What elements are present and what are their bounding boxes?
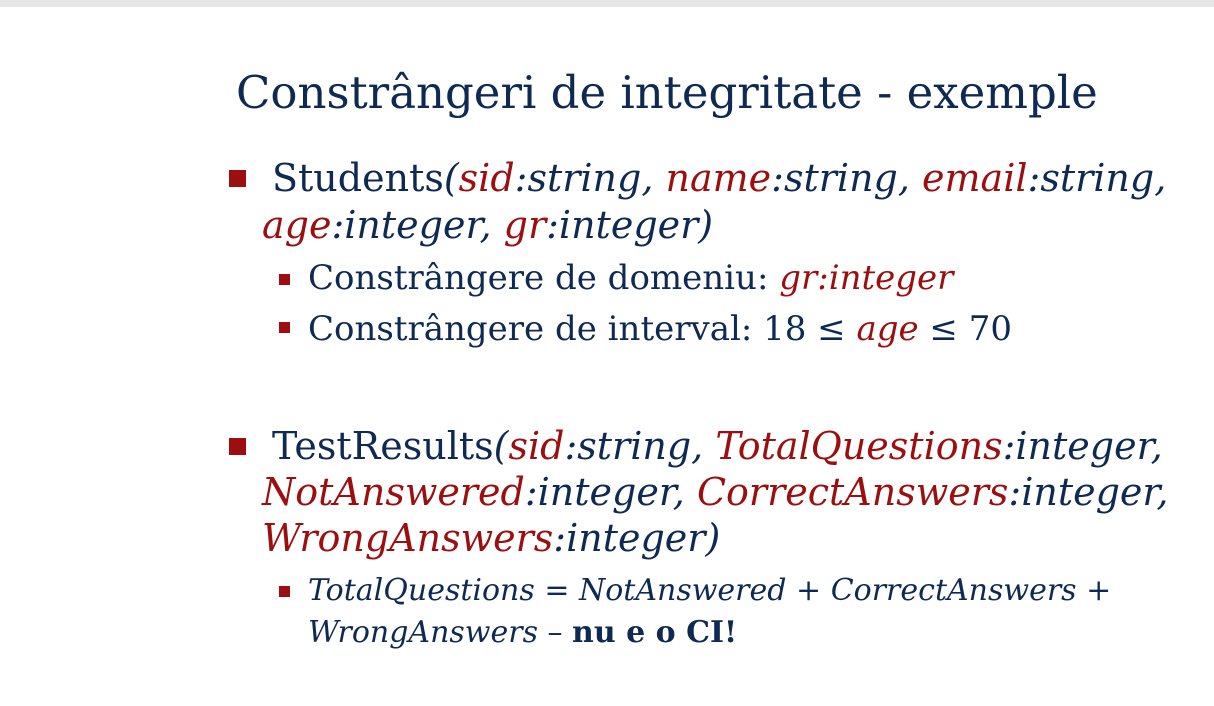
range-constraint: Constrângere de interval: 18 ≤ age ≤ 70 <box>308 307 1012 351</box>
attr-type: :string, <box>771 156 923 200</box>
constraint-label: Constrângere de interval: 18 ≤ <box>308 309 857 349</box>
open-paren: ( <box>443 156 459 200</box>
attr-name: sid <box>508 424 565 468</box>
attr-name: TotalQuestions <box>715 424 1003 468</box>
attr-name: email <box>922 156 1028 200</box>
constraint-label: Constrângere de domeniu: <box>308 258 780 298</box>
formula-term: NotAnswered <box>579 573 787 608</box>
formula-note: nu e o CI! <box>572 615 738 650</box>
attr-name: WrongAnswers <box>262 516 554 560</box>
attr-type: :integer, <box>1002 424 1163 468</box>
sub-bullet-square <box>279 586 290 597</box>
formula-op: = <box>534 573 579 608</box>
formula-term: TotalQuestions <box>308 573 535 608</box>
open-paren: ( <box>493 424 509 468</box>
attr-type: :integer) <box>546 203 714 247</box>
formula-term: CorrectAnswers <box>830 573 1077 608</box>
formula-op: + <box>1076 573 1112 608</box>
attr-type: :integer <box>817 258 954 298</box>
attr-name: name <box>665 156 772 200</box>
bullet-square <box>229 438 246 455</box>
attr-type: :integer, <box>331 203 504 247</box>
formula-op: + <box>786 573 831 608</box>
testresults-line-3: WrongAnswers:integer) <box>262 516 720 560</box>
attr-type: :integer) <box>553 516 721 560</box>
students-line-1: Students(sid:string, name:string, email:… <box>272 156 1166 200</box>
formula-line-2: WrongAnswers – nu e o CI! <box>308 612 737 654</box>
attr-type: :string, <box>564 424 716 468</box>
testresults-line-2: NotAnswered:integer, CorrectAnswers:inte… <box>262 470 1168 514</box>
attr-name: CorrectAnswers <box>696 470 1009 514</box>
attr-name: gr <box>779 258 818 298</box>
attr-type: :string, <box>1027 156 1167 200</box>
formula-term: WrongAnswers <box>308 615 538 650</box>
formula-op: – <box>537 615 573 650</box>
slide-title: Constrângeri de integritate - exemple <box>236 66 1098 119</box>
attr-name: sid <box>458 156 515 200</box>
attr-name: age <box>856 309 919 349</box>
sub-bullet-square <box>279 322 290 333</box>
domain-constraint: Constrângere de domeniu: gr:integer <box>308 256 953 300</box>
testresults-relation-name: TestResults <box>272 424 494 468</box>
attr-name: age <box>262 203 332 247</box>
constraint-tail: ≤ 70 <box>918 309 1012 349</box>
sub-bullet-square <box>279 274 290 285</box>
attr-type: :integer, <box>524 470 697 514</box>
students-relation-name: Students <box>272 156 444 200</box>
bullet-square <box>229 170 246 187</box>
formula-line-1: TotalQuestions = NotAnswered + CorrectAn… <box>308 570 1111 612</box>
attr-name: gr <box>503 203 547 247</box>
students-line-2: age:integer, gr:integer) <box>262 203 713 247</box>
testresults-line-1: TestResults(sid:string, TotalQuestions:i… <box>272 424 1163 468</box>
top-bar <box>0 0 1214 7</box>
attr-name: NotAnswered <box>262 470 525 514</box>
attr-type: :string, <box>514 156 666 200</box>
attr-type: :integer, <box>1008 470 1169 514</box>
